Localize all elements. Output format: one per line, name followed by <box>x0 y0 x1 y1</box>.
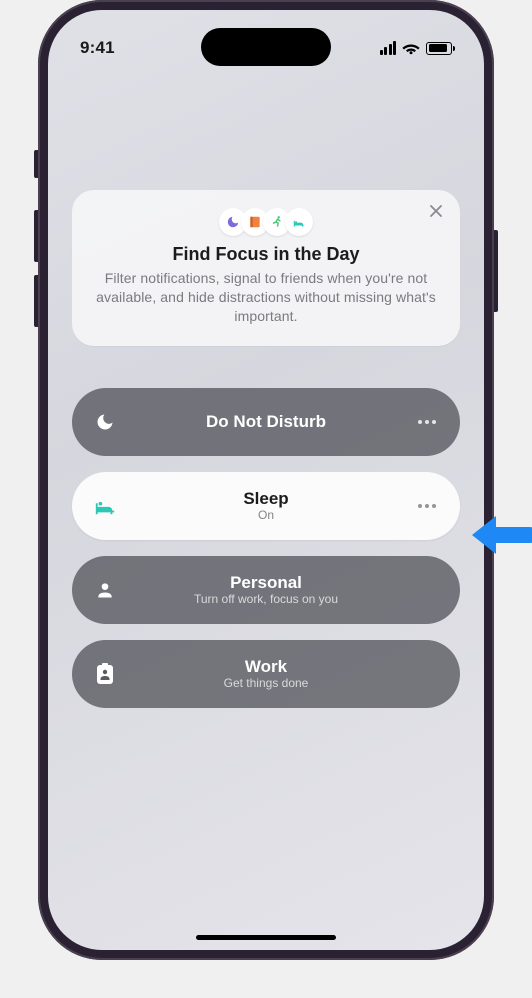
status-icons <box>380 41 453 55</box>
hero-icon-row <box>92 208 440 236</box>
silence-switch <box>34 150 38 178</box>
wifi-icon <box>402 41 420 55</box>
screen: 9:41 <box>48 10 484 950</box>
home-indicator[interactable] <box>196 935 336 940</box>
dynamic-island <box>201 28 331 66</box>
bed-icon <box>285 208 313 236</box>
focus-subtitle: Turn off work, focus on you <box>194 593 338 607</box>
moon-icon <box>92 412 118 432</box>
focus-mode-sleep[interactable]: Sleep On <box>72 472 460 540</box>
more-icon[interactable] <box>414 503 440 509</box>
focus-mode-work[interactable]: Work Get things done <box>72 640 460 708</box>
focus-subtitle: On <box>258 509 274 523</box>
badge-icon <box>92 663 118 685</box>
bed-icon <box>92 495 118 517</box>
focus-hero-card: Find Focus in the Day Filter notificatio… <box>72 190 460 346</box>
close-icon[interactable] <box>426 204 446 224</box>
focus-label: Personal <box>230 573 302 593</box>
status-time: 9:41 <box>80 38 115 58</box>
focus-mode-personal[interactable]: Personal Turn off work, focus on you <box>72 556 460 624</box>
focus-mode-list: Do Not Disturb Sleep On <box>72 388 460 708</box>
side-button <box>494 230 498 312</box>
person-icon <box>92 580 118 600</box>
focus-subtitle: Get things done <box>224 677 309 691</box>
focus-label: Work <box>245 657 287 677</box>
focus-mode-do-not-disturb[interactable]: Do Not Disturb <box>72 388 460 456</box>
more-icon[interactable] <box>414 419 440 425</box>
focus-label: Do Not Disturb <box>206 412 326 432</box>
phone-frame: 9:41 <box>38 0 494 960</box>
hero-title: Find Focus in the Day <box>92 244 440 265</box>
hero-description: Filter notifications, signal to friends … <box>92 269 440 326</box>
battery-icon <box>426 42 452 55</box>
volume-down-button <box>34 275 38 327</box>
cellular-icon <box>380 41 397 55</box>
volume-up-button <box>34 210 38 262</box>
focus-label: Sleep <box>243 489 288 509</box>
focus-panel: Find Focus in the Day Filter notificatio… <box>48 10 484 950</box>
